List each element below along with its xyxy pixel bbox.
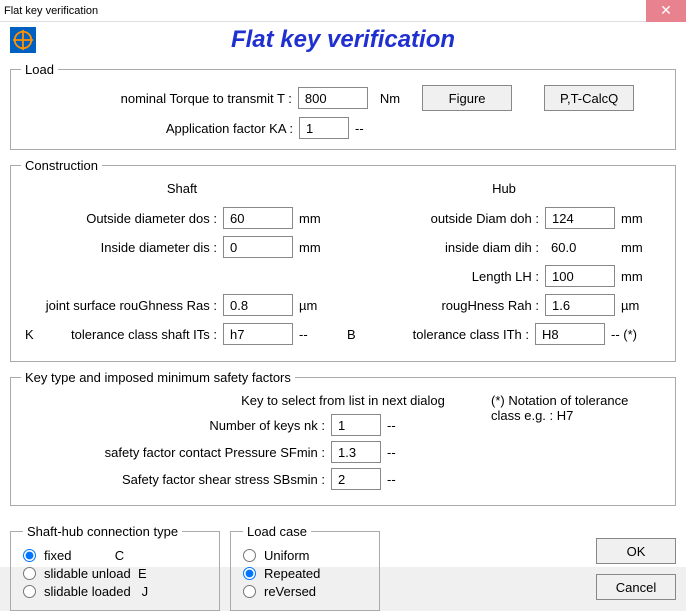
loadcase-repeated-label: Repeated (264, 566, 320, 581)
dialog-content: Flat key verification Load nominal Torqu… (0, 22, 686, 567)
loadcase-reversed-radio[interactable] (243, 585, 256, 598)
figure-button[interactable]: Figure (422, 85, 512, 111)
hub-tol-label: tolerance class ITh : (363, 327, 535, 342)
app-logo (10, 27, 36, 53)
hub-rough-input[interactable] (545, 294, 615, 316)
hub-len-input[interactable] (545, 265, 615, 287)
sfmin-label: safety factor contact Pressure SFmin : (21, 445, 331, 460)
hub-rough-unit: µm (621, 298, 661, 313)
hub-id-label: inside diam dih : (347, 240, 545, 255)
torque-unit: Nm (380, 91, 400, 106)
shaft-header: Shaft (25, 181, 339, 196)
nk-input[interactable] (331, 414, 381, 436)
conntype-legend: Shaft-hub connection type (23, 524, 182, 539)
sbsmin-input[interactable] (331, 468, 381, 490)
window-title: Flat key verification (4, 5, 646, 17)
shaft-rough-unit: µm (299, 298, 339, 313)
shaft-tol-unit: -- (299, 327, 339, 342)
load-group: Load nominal Torque to transmit T : Nm F… (10, 62, 676, 150)
shaft-id-unit: mm (299, 240, 339, 255)
notation-note: (*) Notation of tolerance class e.g. : H… (491, 393, 661, 423)
sbsmin-unit: -- (387, 472, 396, 487)
conntype-unload-label: slidable unload E (44, 566, 147, 581)
loadcase-repeated-radio[interactable] (243, 567, 256, 580)
hub-id-unit: mm (621, 240, 661, 255)
cancel-button[interactable]: Cancel (596, 574, 676, 600)
sfmin-input[interactable] (331, 441, 381, 463)
conntype-group: Shaft-hub connection type fixed C slidab… (10, 524, 220, 611)
loadcase-uniform-radio[interactable] (243, 549, 256, 562)
hub-tol-input[interactable] (535, 323, 605, 345)
torque-input[interactable] (298, 87, 368, 109)
hub-tol-unit: -- (*) (611, 327, 661, 342)
shaft-od-label: Outside diameter dos : (25, 211, 223, 226)
shaft-rough-input[interactable] (223, 294, 293, 316)
nk-unit: -- (387, 418, 396, 433)
loadcase-legend: Load case (243, 524, 311, 539)
appfactor-unit: -- (355, 121, 364, 136)
sbsmin-label: Safety factor shear stress SBsmin : (21, 472, 331, 487)
loadcase-uniform-label: Uniform (264, 548, 310, 563)
conntype-loaded-radio[interactable] (23, 585, 36, 598)
close-icon: ✕ (660, 2, 672, 19)
shaft-rough-label: joint surface rouGhness Ras : (25, 298, 223, 313)
torque-label: nominal Torque to transmit T : (52, 91, 292, 106)
hub-header: Hub (347, 181, 661, 196)
appfactor-input[interactable] (299, 117, 349, 139)
hub-od-label: outside Diam doh : (347, 211, 545, 226)
hub-od-unit: mm (621, 211, 661, 226)
conntype-fixed-radio[interactable] (23, 549, 36, 562)
loadcase-group: Load case Uniform Repeated reVersed (230, 524, 380, 611)
titlebar: Flat key verification ✕ (0, 0, 686, 22)
conntype-unload-radio[interactable] (23, 567, 36, 580)
sfmin-unit: -- (387, 445, 396, 460)
ptcalc-button[interactable]: P,T-CalcQ (544, 85, 634, 111)
keytype-legend: Key type and imposed minimum safety fact… (21, 370, 295, 385)
shaft-id-label: Inside diameter dis : (25, 240, 223, 255)
conntype-fixed-label: fixed C (44, 548, 124, 563)
shaft-id-input[interactable] (223, 236, 293, 258)
hub-len-label: Length LH : (347, 269, 545, 284)
keytype-group: Key type and imposed minimum safety fact… (10, 370, 676, 506)
appfactor-label: Application factor KA : (21, 121, 293, 136)
hub-len-unit: mm (621, 269, 661, 284)
hub-tol-prefix: B (347, 327, 363, 342)
construction-group: Construction Shaft Outside diameter dos … (10, 158, 676, 362)
hub-od-input[interactable] (545, 207, 615, 229)
hub-rough-label: rougHness Rah : (347, 298, 545, 313)
crosshair-icon (12, 29, 34, 51)
close-button[interactable]: ✕ (646, 0, 686, 22)
ok-button[interactable]: OK (596, 538, 676, 564)
shaft-od-input[interactable] (223, 207, 293, 229)
conntype-loaded-label: slidable loaded J (44, 584, 148, 599)
shaft-tol-prefix: K (25, 327, 41, 342)
page-title: Flat key verification (46, 26, 640, 54)
shaft-tol-input[interactable] (223, 323, 293, 345)
load-legend: Load (21, 62, 58, 77)
shaft-tol-label: tolerance class shaft ITs : (41, 327, 223, 342)
shaft-od-unit: mm (299, 211, 339, 226)
construction-legend: Construction (21, 158, 102, 173)
nk-label: Number of keys nk : (21, 418, 331, 433)
loadcase-reversed-label: reVersed (264, 584, 316, 599)
hub-id-value: 60.0 (545, 240, 615, 255)
